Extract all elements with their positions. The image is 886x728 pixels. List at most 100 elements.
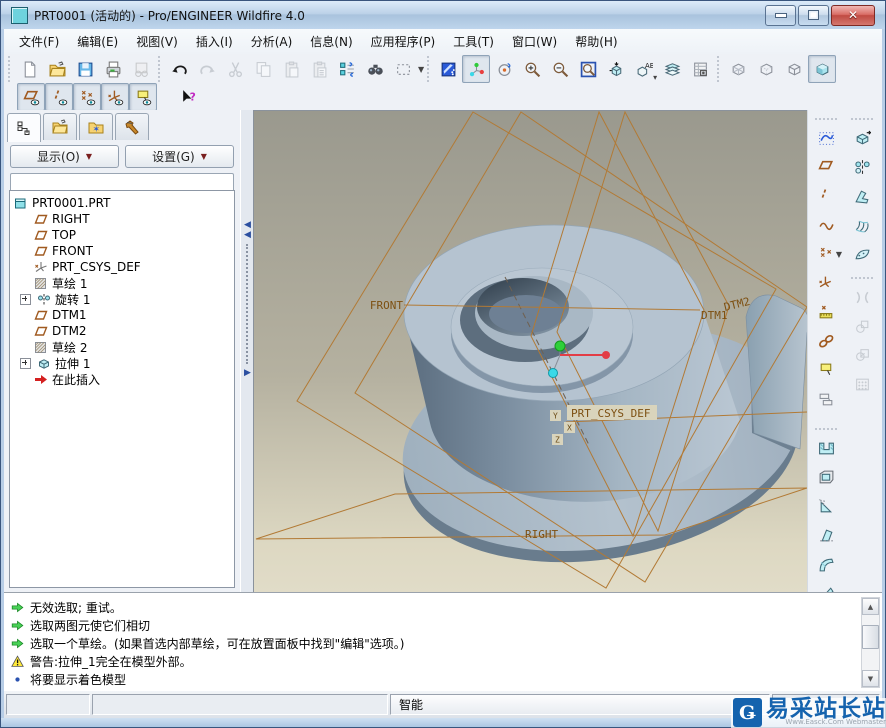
tree-item-revolve1[interactable]: 旋转 1 — [14, 291, 234, 307]
style-tool-button[interactable] — [847, 240, 877, 269]
paste-special-button[interactable] — [305, 55, 333, 83]
tree-item-top[interactable]: TOP — [14, 227, 234, 243]
redo-button[interactable] — [193, 55, 221, 83]
annotation-display-button[interactable] — [129, 83, 157, 111]
print-button[interactable] — [99, 55, 127, 83]
datum-axis-display-button[interactable] — [45, 83, 73, 111]
datum-plane-button[interactable] — [811, 153, 841, 182]
tree-item-sketch1[interactable]: 草绘 1 — [14, 275, 234, 291]
rib-tool-button[interactable] — [811, 492, 841, 521]
cut-button[interactable] — [221, 55, 249, 83]
side-tab[interactable] — [745, 294, 809, 450]
saved-views-dropdown[interactable]: ▾ — [653, 73, 657, 82]
repaint-button[interactable] — [434, 55, 462, 83]
note-button[interactable] — [811, 356, 841, 385]
datum-axis-button[interactable] — [811, 182, 841, 211]
shell-tool-button[interactable] — [811, 463, 841, 492]
tree-item-extrude1[interactable]: 拉伸 1 — [14, 355, 234, 371]
new-file-button[interactable] — [15, 55, 43, 83]
orient-mode-button[interactable] — [490, 55, 518, 83]
select-box-button[interactable] — [389, 55, 417, 83]
annotation-button[interactable] — [811, 385, 841, 414]
datum-point-button[interactable]: ▼ — [811, 240, 842, 269]
front-plane-label[interactable]: FRONT — [370, 299, 403, 312]
paste-button[interactable] — [277, 55, 305, 83]
close-button[interactable]: ✕ — [831, 4, 875, 26]
expand-icon[interactable] — [20, 293, 31, 305]
measure-button[interactable] — [811, 298, 841, 327]
message-scrollbar[interactable]: ▲ ▼ — [861, 597, 880, 688]
tree-item-csys[interactable]: PRT_CSYS_DEF — [14, 259, 234, 275]
scroll-thumb[interactable] — [862, 625, 879, 649]
merge-button[interactable] — [847, 283, 877, 312]
select-box-dropdown[interactable]: ▼ — [418, 65, 424, 74]
tree-item-dtm1[interactable]: DTM1 — [14, 307, 234, 323]
undo-button[interactable] — [165, 55, 193, 83]
tree-settings-button[interactable]: 设置(G) ▼ — [125, 145, 234, 168]
menu-file[interactable]: 文件(F) — [10, 30, 68, 53]
sweep-tool-button[interactable] — [847, 182, 877, 211]
menu-window[interactable]: 窗口(W) — [503, 30, 566, 53]
connections-tab[interactable] — [115, 113, 149, 140]
trim-button[interactable] — [847, 312, 877, 341]
csys-display-button[interactable] — [101, 83, 129, 111]
copy-button[interactable] — [249, 55, 277, 83]
dtm1-plane-label[interactable]: DTM1 — [701, 309, 728, 322]
context-help-button[interactable] — [174, 83, 202, 111]
datum-curve-button[interactable] — [811, 211, 841, 240]
no-hidden-button[interactable] — [780, 55, 808, 83]
layers-button[interactable] — [658, 55, 686, 83]
model-scene[interactable]: FRONT DTM1 DTM2 RIGHT PRT_CSYS_DEF Y X Z — [254, 110, 809, 593]
title-bar[interactable]: PRT0001 (活动的) - Pro/ENGINEER Wildfire 4.… — [1, 1, 885, 29]
udf-button[interactable] — [811, 327, 841, 356]
right-plane-label[interactable]: RIGHT — [525, 528, 558, 541]
menu-tools[interactable]: 工具(T) — [444, 30, 503, 53]
find-button[interactable] — [361, 55, 389, 83]
minimize-button[interactable] — [765, 4, 796, 26]
sketch-tool-button[interactable] — [811, 124, 841, 153]
round-tool-button[interactable] — [811, 550, 841, 579]
model-tree-tab[interactable] — [7, 113, 41, 142]
tree-item-front[interactable]: FRONT — [14, 243, 234, 259]
menu-applications[interactable]: 应用程序(P) — [362, 30, 445, 53]
hidden-line-button[interactable] — [752, 55, 780, 83]
tree-item-part[interactable]: PRT0001.PRT — [14, 195, 234, 211]
menu-view[interactable]: 视图(V) — [127, 30, 187, 53]
shaded-button[interactable] — [808, 55, 837, 83]
tree-item-sketch2[interactable]: 草绘 2 — [14, 339, 234, 355]
point-display-button[interactable] — [73, 83, 101, 111]
regenerate-button[interactable] — [333, 55, 361, 83]
menu-analysis[interactable]: 分析(A) — [242, 30, 302, 53]
spin-center-button[interactable] — [462, 55, 491, 83]
collapse-left-icon[interactable]: ◀ — [244, 220, 251, 230]
tree-item-dtm2[interactable]: DTM2 — [14, 323, 234, 339]
splitter-grip[interactable] — [245, 244, 250, 364]
datum-csys-button[interactable] — [811, 269, 841, 298]
collapse-left-icon[interactable]: ◀ — [244, 230, 251, 240]
tree-item-insert-here[interactable]: 在此插入 — [14, 371, 234, 387]
save-button[interactable] — [71, 55, 99, 83]
datum-plane-display-button[interactable] — [17, 83, 45, 111]
pattern-button[interactable] — [847, 370, 877, 399]
scroll-down-icon[interactable]: ▼ — [862, 670, 879, 687]
view-manager-button[interactable] — [686, 55, 714, 83]
folder-browser-tab[interactable] — [43, 113, 77, 140]
open-file-button[interactable] — [43, 55, 71, 83]
tree-item-right[interactable]: RIGHT — [14, 211, 234, 227]
reorient-view-button[interactable] — [602, 55, 630, 83]
tree-show-button[interactable]: 显示(O) ▼ — [10, 145, 119, 168]
zoom-fit-button[interactable] — [574, 55, 602, 83]
zoom-out-button[interactable] — [546, 55, 574, 83]
csys-label[interactable]: PRT_CSYS_DEF — [571, 407, 650, 420]
expand-icon[interactable] — [20, 357, 31, 369]
send-mail-button[interactable] — [127, 55, 155, 83]
3d-viewport[interactable]: FRONT DTM1 DTM2 RIGHT PRT_CSYS_DEF Y X Z — [253, 110, 809, 593]
hole-tool-button[interactable] — [811, 434, 841, 463]
favorites-tab[interactable] — [79, 113, 113, 140]
revolve-tool-button[interactable] — [847, 153, 877, 182]
draft-tool-button[interactable] — [811, 521, 841, 550]
expand-right-icon[interactable]: ▶ — [244, 368, 251, 378]
extrude-tool-button[interactable] — [847, 124, 877, 153]
offset-button[interactable] — [847, 341, 877, 370]
menu-insert[interactable]: 插入(I) — [187, 30, 242, 53]
